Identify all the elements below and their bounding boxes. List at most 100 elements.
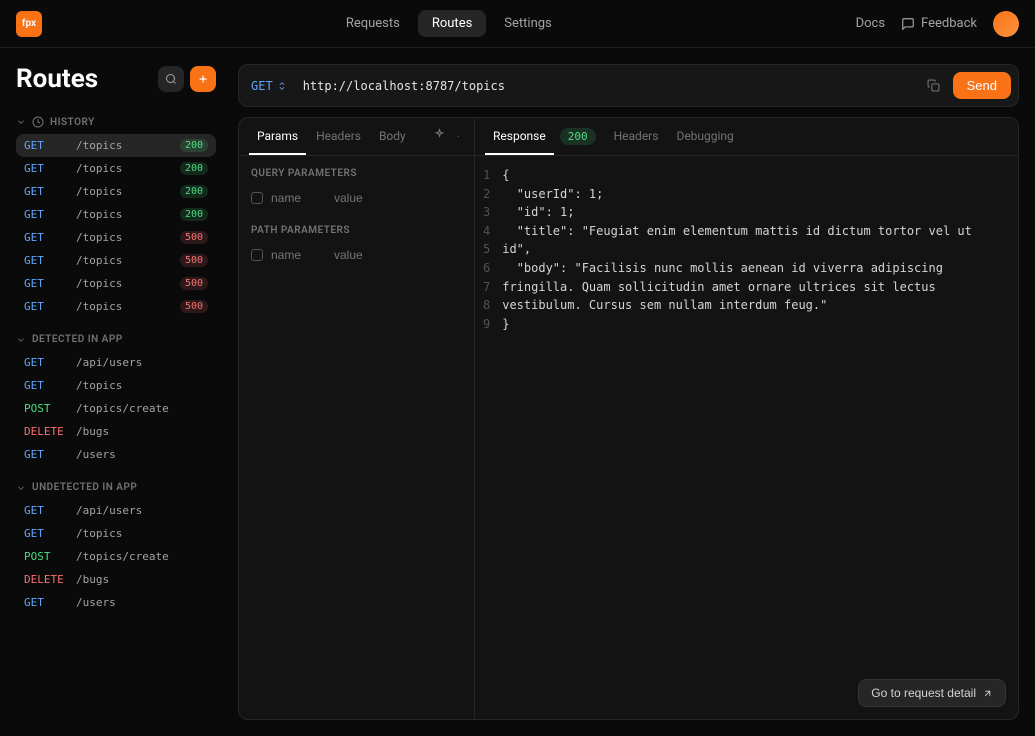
message-icon: [901, 17, 915, 31]
route-method: POST: [24, 550, 66, 563]
tab-params[interactable]: Params: [249, 119, 306, 155]
status-badge: 500: [180, 300, 208, 313]
route-path: /topics: [76, 162, 170, 175]
route-path: /topics/create: [76, 402, 208, 415]
route-item[interactable]: GET/users: [16, 591, 216, 614]
sidebar: Routes HISTORY GET/topics 200 GET/topics 20…: [0, 48, 232, 736]
status-badge: 500: [180, 277, 208, 290]
param-name-input[interactable]: [271, 191, 326, 205]
route-item[interactable]: GET/topics200: [16, 134, 216, 157]
route-item[interactable]: GET/topics500: [16, 272, 216, 295]
tab-response[interactable]: Response: [485, 119, 554, 155]
status-badge: 200: [180, 208, 208, 221]
param-value-input[interactable]: [334, 191, 389, 205]
path-params-title: PATH PARAMETERS: [251, 225, 462, 236]
section-history-header[interactable]: HISTORY: [16, 110, 216, 134]
query-params-title: QUERY PARAMETERS: [251, 168, 462, 179]
ai-button[interactable]: [429, 124, 450, 149]
route-path: /topics: [76, 185, 170, 198]
route-item[interactable]: DELETE/bugs: [16, 420, 216, 443]
main: Routes HISTORY GET/topics 200 GET/topics 20…: [0, 48, 1035, 736]
param-checkbox[interactable]: [251, 192, 263, 204]
section-undetected-header[interactable]: UNDETECTED IN APP: [16, 476, 216, 499]
response-body: 123456789 { "userId": 1; "id": 1; "title…: [475, 156, 1018, 343]
path-params-section: PATH PARAMETERS: [251, 225, 462, 266]
copy-button[interactable]: [923, 75, 945, 97]
tab-headers-request[interactable]: Headers: [308, 119, 369, 155]
undetected-list: GET/api/usersGET/topicsPOST/topics/creat…: [16, 499, 216, 614]
query-params-section: QUERY PARAMETERS: [251, 168, 462, 209]
feedback-link[interactable]: Feedback: [901, 16, 977, 31]
section-history-label: HISTORY: [50, 117, 95, 128]
feedback-label: Feedback: [921, 16, 977, 31]
response-tabs: Response 200 Headers Debugging: [475, 118, 1018, 156]
route-item[interactable]: GET/topics 200: [16, 157, 216, 180]
method-select[interactable]: GET: [251, 79, 295, 93]
nav-routes[interactable]: Routes: [418, 10, 486, 37]
route-item[interactable]: GET/api/users: [16, 499, 216, 522]
clock-icon: [32, 116, 44, 128]
sidebar-title: Routes: [16, 64, 98, 94]
docs-link[interactable]: Docs: [856, 16, 885, 31]
top-header: fpx Requests Routes Settings Docs Feedba…: [0, 0, 1035, 48]
route-method: GET: [24, 300, 66, 313]
sidebar-header: Routes: [16, 64, 216, 94]
route-item[interactable]: GET/topics500: [16, 295, 216, 318]
chevron-down-icon: [16, 335, 26, 345]
route-item[interactable]: GET/topics: [16, 374, 216, 397]
status-badge: 200: [180, 162, 208, 175]
param-name-input[interactable]: [271, 248, 326, 262]
nav-settings[interactable]: Settings: [490, 10, 565, 37]
route-method: GET: [24, 596, 66, 609]
route-item[interactable]: GET/api/users: [16, 351, 216, 374]
search-button[interactable]: [158, 66, 184, 92]
route-path: /bugs: [76, 573, 208, 586]
panels: Params Headers Body · QUERY PARAMETERS: [238, 117, 1019, 720]
avatar[interactable]: [993, 11, 1019, 37]
route-path: /topics: [76, 208, 170, 221]
route-method: GET: [24, 162, 66, 175]
route-item[interactable]: GET/topics500: [16, 226, 216, 249]
nav-requests[interactable]: Requests: [332, 10, 414, 37]
code-content: { "userId": 1; "id": 1; "title": "Feugia…: [502, 166, 1018, 333]
go-to-detail-button[interactable]: Go to request detail: [858, 679, 1006, 707]
section-detected-label: DETECTED IN APP: [32, 334, 123, 345]
route-item[interactable]: GET/topics500: [16, 249, 216, 272]
tab-body[interactable]: Body: [371, 119, 414, 155]
route-item[interactable]: GET/topics200: [16, 203, 216, 226]
route-item[interactable]: GET/topics200: [16, 180, 216, 203]
url-input[interactable]: [303, 79, 915, 93]
route-item[interactable]: GET/users: [16, 443, 216, 466]
route-path: /topics: [76, 139, 170, 152]
route-path: /users: [76, 596, 208, 609]
response-panel: Response 200 Headers Debugging 123456789…: [475, 118, 1018, 719]
route-path: /users: [76, 448, 208, 461]
more-button[interactable]: ·: [452, 125, 464, 149]
tab-debugging[interactable]: Debugging: [668, 119, 741, 155]
route-method: DELETE: [24, 573, 66, 586]
route-path: /topics: [76, 277, 170, 290]
route-item[interactable]: POST/topics/create: [16, 545, 216, 568]
route-path: /topics: [76, 254, 170, 267]
route-method: GET: [24, 448, 66, 461]
route-item[interactable]: GET/topics: [16, 522, 216, 545]
route-method: GET: [24, 231, 66, 244]
add-route-button[interactable]: [190, 66, 216, 92]
param-checkbox[interactable]: [251, 249, 263, 261]
route-method: GET: [24, 254, 66, 267]
tab-headers-response[interactable]: Headers: [606, 119, 667, 155]
route-method: GET: [24, 504, 66, 517]
copy-icon: [927, 79, 940, 92]
param-value-input[interactable]: [334, 248, 389, 262]
search-icon: [165, 73, 177, 85]
query-param-row: [251, 187, 462, 209]
section-detected-header[interactable]: DETECTED IN APP: [16, 328, 216, 351]
route-item[interactable]: DELETE/bugs: [16, 568, 216, 591]
arrow-up-right-icon: [982, 688, 993, 699]
route-path: /bugs: [76, 425, 208, 438]
send-button[interactable]: Send: [953, 72, 1011, 99]
status-badge: 500: [180, 231, 208, 244]
plus-icon: [197, 73, 209, 85]
nav-center: Requests Routes Settings: [332, 10, 566, 37]
route-item[interactable]: POST/topics/create: [16, 397, 216, 420]
